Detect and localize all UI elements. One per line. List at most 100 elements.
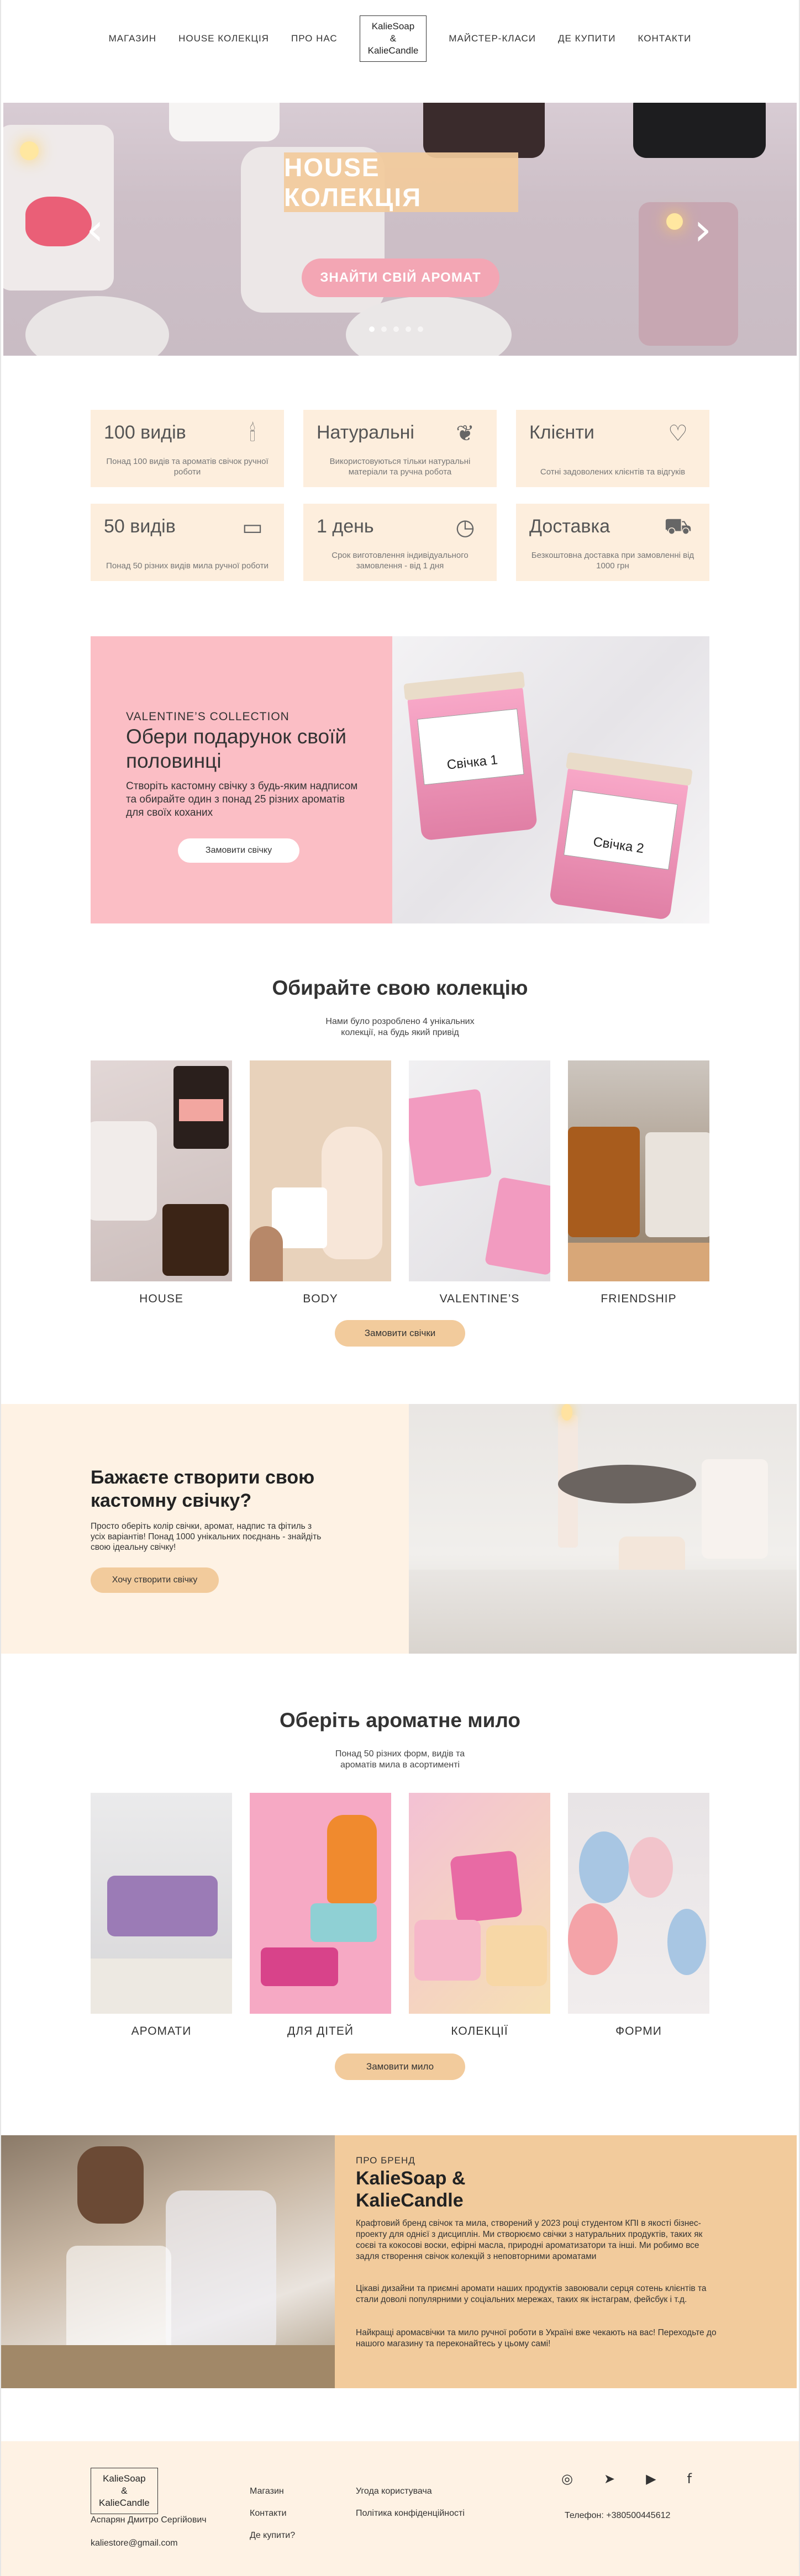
collection-card[interactable]: VALENTINE’S — [409, 1060, 550, 1306]
brand-eyebrow: ПРО БРЕНД — [356, 2155, 415, 2166]
feature-card: 1 день ◷ Срок виготовлення індивідуально… — [303, 504, 497, 581]
soap-label: ДЛЯ ДІТЕЙ — [287, 2025, 354, 2037]
slider-dot[interactable] — [369, 326, 375, 332]
soap-shapes-image — [568, 1793, 709, 2014]
valentine-text: Створіть кастомну свічку з будь-яким над… — [126, 780, 358, 819]
footer-link-contacts[interactable]: Контакти — [250, 2509, 287, 2519]
brand-paragraph: Цікаві дизайни та приємні аромати наших … — [356, 2284, 707, 2304]
custom-text: Просто оберіть колір свічки, аромат, над… — [91, 1522, 322, 1552]
feature-text: Срок виготовлення індивідуального замовл… — [331, 551, 469, 571]
collection-card[interactable]: FRIENDSHIP — [568, 1060, 709, 1306]
hearts-icon: ♡ — [668, 421, 688, 446]
collection-label: FRIENDSHIP — [601, 1292, 677, 1305]
brand-paragraph: Крафтовий бренд свічок та мила, створени… — [356, 2219, 703, 2261]
footer: KalieSoap & KalieCandle Аспарян Дмитро С… — [0, 2441, 800, 2576]
collection-card[interactable]: HOUSE — [91, 1060, 232, 1306]
feature-card: Доставка ⛟ Безкоштовна доставка при замо… — [516, 504, 709, 581]
logo-line-2: & — [390, 33, 397, 44]
nav-shop[interactable]: МАГАЗИН — [109, 33, 156, 44]
slider-dot[interactable] — [418, 326, 423, 332]
nav-where-to-buy[interactable]: ДЕ КУПИТИ — [558, 33, 616, 44]
slider-dot[interactable] — [406, 326, 411, 332]
brand-title: KalieSoap & KalieCandle — [356, 2168, 466, 2211]
collection-grid: HOUSE BODY VALENTINE’S FRIENDSHIP — [91, 1060, 709, 1306]
soap-title: Оберіть ароматне мило — [279, 1709, 521, 1732]
candle-icon: 🕯 — [249, 421, 256, 446]
custom-text-panel: Бажаєте створити свою кастомну свічку? П… — [0, 1404, 409, 1654]
hero-candle-image — [3, 103, 797, 356]
nav-about[interactable]: ПРО НАС — [291, 33, 338, 44]
page: МАГАЗИН HOUSE КОЛЕКЦІЯ ПРО НАС KalieSoap… — [0, 0, 800, 2576]
logo-line-3: KalieCandle — [367, 45, 419, 56]
collection-body-image — [250, 1060, 391, 1281]
custom-candle-image — [409, 1404, 797, 1654]
candle-jar: Свічка 1 — [403, 671, 538, 841]
soap-label: АРОМАТИ — [131, 2025, 192, 2037]
logo-line-1: KalieSoap — [103, 2473, 146, 2484]
owner-name: Аспарян Дмитро Сергійович — [91, 2515, 207, 2525]
find-aroma-button[interactable]: ЗНАЙТИ СВІЙ АРОМАТ — [302, 258, 499, 297]
slider-next-icon[interactable]: › — [694, 208, 712, 252]
footer-link-where-to-buy[interactable]: Де купити? — [250, 2531, 295, 2541]
soap-card[interactable]: АРОМАТИ — [91, 1793, 232, 2038]
slider-prev-icon[interactable]: ‹ — [86, 208, 104, 252]
brand-image — [0, 2135, 335, 2388]
soap-card[interactable]: КОЛЕКЦІЇ — [409, 1793, 550, 2038]
slider-dots — [369, 326, 423, 332]
collection-label: HOUSE — [139, 1292, 183, 1305]
valentine-image: Свічка 1 Свічка 2 — [392, 636, 709, 923]
candle-jar: Свічка 2 — [549, 752, 693, 921]
collection-label: VALENTINE’S — [439, 1292, 520, 1305]
create-candle-button[interactable]: Хочу створити свічку — [91, 1567, 219, 1593]
footer-link-privacy[interactable]: Політика конфіденційності — [356, 2509, 465, 2519]
footer-logo[interactable]: KalieSoap & KalieCandle — [91, 2468, 158, 2514]
collection-card[interactable]: BODY — [250, 1060, 391, 1306]
collection-house-image — [91, 1060, 232, 1281]
order-candles-button[interactable]: Замовити свічки — [335, 1320, 465, 1347]
soap-label: ФОРМИ — [615, 2025, 662, 2037]
jar-label: Свічка 1 — [417, 708, 524, 785]
footer-email[interactable]: kaliestore@gmail.com — [91, 2538, 178, 2548]
collection-valentines-image — [409, 1060, 550, 1281]
feature-text: Понад 100 видів та ароматів свічок ручно… — [106, 457, 269, 477]
logo-line-3: KalieCandle — [99, 2498, 150, 2508]
logo-line-2: & — [121, 2485, 128, 2496]
slider-dot[interactable] — [381, 326, 387, 332]
slider-dot[interactable] — [393, 326, 399, 332]
collection-title: Обирайте свою колекцію — [272, 976, 528, 999]
custom-candle-section: Бажаєте створити свою кастомну свічку? П… — [0, 1404, 800, 1654]
soap-icon: ▭ — [242, 515, 263, 540]
order-soap-button[interactable]: Замовити мило — [335, 2054, 465, 2080]
feature-text: Безкоштовна доставка при замовленні від … — [531, 551, 694, 571]
footer-link-shop[interactable]: Магазин — [250, 2487, 284, 2496]
nav-contacts[interactable]: КОНТАКТИ — [638, 33, 692, 44]
nav-master-classes[interactable]: МАЙСТЕР-КЛАСИ — [449, 33, 536, 44]
valentine-text-panel: VALENTINE’S COLLECTION Обери подарунок с… — [91, 636, 392, 923]
logo-line-1: KalieSoap — [371, 21, 415, 31]
facebook-icon[interactable]: f — [687, 2471, 692, 2487]
footer-link-terms[interactable]: Угода користувача — [356, 2487, 432, 2496]
instagram-icon[interactable]: ◎ — [561, 2471, 573, 2487]
soap-card[interactable]: ФОРМИ — [568, 1793, 709, 2038]
soap-kids-image — [250, 1793, 391, 2014]
brand-logo[interactable]: KalieSoap & KalieCandle — [359, 15, 427, 62]
valentine-eyebrow: VALENTINE’S COLLECTION — [126, 710, 290, 723]
soap-card[interactable]: ДЛЯ ДІТЕЙ — [250, 1793, 391, 2038]
order-candle-button[interactable]: Замовити свічку — [178, 838, 299, 863]
jar-label: Свічка 2 — [564, 789, 678, 870]
feature-text: Понад 50 різних видів мила ручної роботи — [106, 561, 269, 571]
feature-card: Натуральні ❦ Використовуються тільки нат… — [303, 410, 497, 487]
custom-title: Бажаєте створити свою кастомну свічку? — [91, 1467, 315, 1511]
feature-text: Використовуються тільки натуральні матер… — [329, 457, 471, 477]
youtube-icon[interactable]: ▶ — [646, 2471, 656, 2487]
brand-paragraph: Найкращі аромасвічки та мило ручної робо… — [356, 2328, 717, 2348]
soap-label: КОЛЕКЦІЇ — [451, 2025, 508, 2037]
nav-house-collection[interactable]: HOUSE КОЛЕКЦІЯ — [178, 33, 269, 44]
feature-text: Сотні задоволених клієнтів та відгуків — [540, 467, 686, 477]
hero-title: HOUSE КОЛЕКЦІЯ — [284, 152, 518, 212]
collection-friendship-image — [568, 1060, 709, 1281]
hero-slider: HOUSE КОЛЕКЦІЯ ЗНАЙТИ СВІЙ АРОМАТ ‹ › — [3, 103, 797, 356]
soap-collections-image — [409, 1793, 550, 2014]
telegram-icon[interactable]: ➤ — [604, 2471, 615, 2487]
about-brand-section: ПРО БРЕНД KalieSoap & KalieCandle Крафто… — [0, 2135, 800, 2388]
